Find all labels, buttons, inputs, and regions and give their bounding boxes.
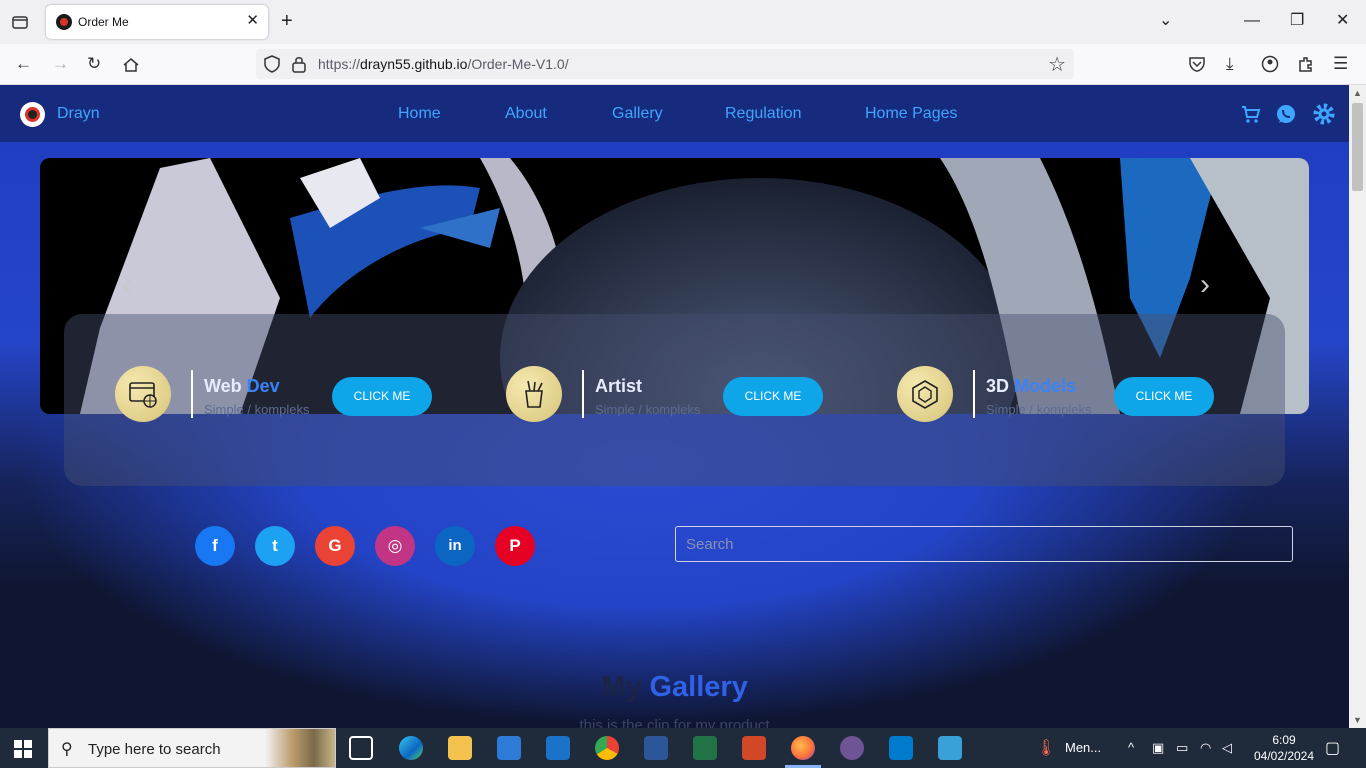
excel-icon[interactable] — [693, 736, 717, 760]
nav-link-gallery[interactable]: Gallery — [612, 105, 663, 123]
3d-cube-icon — [897, 366, 953, 422]
instagram-icon[interactable]: ◎ — [375, 526, 415, 566]
pocket-icon[interactable] — [1188, 55, 1206, 73]
weather-text[interactable]: Men... — [1065, 740, 1101, 755]
list-all-tabs-icon[interactable] — [10, 12, 30, 32]
microsoft-store-icon[interactable] — [497, 736, 521, 760]
artist-click-me-button[interactable]: CLICK ME — [723, 377, 823, 416]
linkedin-icon[interactable]: in — [435, 526, 475, 566]
brand-name[interactable]: Drayn — [57, 105, 100, 123]
windows-start-icon[interactable] — [14, 740, 32, 758]
settings-gear-icon[interactable] — [1312, 102, 1336, 126]
file-explorer-icon[interactable] — [448, 736, 472, 760]
scroll-up-arrow-icon[interactable]: ▲ — [1353, 88, 1362, 98]
carousel-next-chevron-icon[interactable]: › — [1200, 268, 1210, 302]
page-scrollbar[interactable]: ▲ ▼ — [1349, 85, 1366, 728]
divider — [973, 370, 975, 418]
taskbar-search-box[interactable]: ⚲ Type here to search — [48, 728, 336, 768]
system-clock[interactable]: 6:09 04/02/2024 — [1250, 732, 1318, 764]
gallery-subtitle: this is the clip for my product — [579, 717, 770, 728]
mail-icon[interactable] — [546, 736, 570, 760]
3d-models-click-me-button[interactable]: CLICK ME — [1114, 377, 1214, 416]
brand-logo-icon[interactable] — [20, 102, 45, 127]
task-view-icon[interactable] — [349, 736, 373, 760]
tab-title: Order Me — [78, 15, 129, 29]
forward-arrow-icon[interactable]: → — [52, 54, 69, 74]
minimize-window-icon[interactable]: — — [1244, 10, 1260, 32]
search-icon: ⚲ — [61, 741, 73, 758]
browser-tab-bar: Order Me ✕ + ⌄ — ❐ ✕ — [0, 0, 1366, 44]
service-title: Web Dev — [204, 376, 280, 396]
back-arrow-icon[interactable]: ← — [15, 54, 32, 74]
tracking-shield-icon[interactable] — [264, 55, 280, 73]
home-icon[interactable] — [122, 56, 140, 74]
cart-icon[interactable] — [1239, 102, 1263, 126]
nav-link-home-pages[interactable]: Home Pages — [865, 105, 958, 123]
lock-icon[interactable] — [292, 55, 306, 73]
windows-taskbar: ⚲ Type here to search 🌡 Men... ^ ▣ ▭ ◠ ◁… — [0, 728, 1366, 768]
site-navbar: Drayn Home About Gallery Regulation Home… — [0, 85, 1349, 142]
divider — [191, 370, 193, 418]
twitter-icon[interactable]: t — [255, 526, 295, 566]
whatsapp-icon[interactable] — [1274, 102, 1298, 126]
clock-time: 6:09 — [1272, 733, 1296, 747]
github-desktop-icon[interactable] — [840, 736, 864, 760]
downloads-icon[interactable]: ⤓ — [1226, 54, 1234, 74]
app-menu-hamburger-icon[interactable]: ☰ — [1333, 54, 1348, 74]
site-favicon-icon — [56, 14, 72, 30]
services-panel: Web Dev Simple / kompleks CLICK ME Artis… — [64, 314, 1285, 486]
word-icon[interactable] — [644, 736, 668, 760]
service-subtitle: Simple / kompleks — [204, 402, 310, 417]
scroll-down-arrow-icon[interactable]: ▼ — [1353, 715, 1362, 725]
url-text: https://drayn55.github.io/Order-Me-V1.0/ — [318, 56, 569, 72]
restore-window-icon[interactable]: ❐ — [1290, 10, 1304, 32]
web-page: Drayn Home About Gallery Regulation Home… — [0, 85, 1349, 728]
browser-tab-active[interactable]: Order Me ✕ — [46, 5, 268, 39]
firefox-icon[interactable] — [785, 736, 821, 768]
tray-chevron-up-icon[interactable]: ^ — [1128, 740, 1134, 755]
address-bar[interactable]: https://drayn55.github.io/Order-Me-V1.0/… — [256, 49, 1074, 79]
notification-center-icon[interactable]: ▢ — [1325, 738, 1340, 758]
chrome-icon[interactable] — [595, 736, 619, 760]
nav-link-regulation[interactable]: Regulation — [725, 105, 802, 123]
powerpoint-icon[interactable] — [742, 736, 766, 760]
carousel-prev-chevron-icon[interactable]: ‹ — [122, 268, 132, 302]
clock-date: 04/02/2024 — [1253, 749, 1315, 763]
search-input[interactable] — [675, 526, 1293, 562]
wifi-icon[interactable]: ◠ — [1200, 740, 1211, 756]
facebook-icon[interactable]: f — [195, 526, 235, 566]
pinterest-icon[interactable]: P — [495, 526, 535, 566]
service-subtitle: Simple / kompleks — [595, 402, 701, 417]
google-icon[interactable]: G — [315, 526, 355, 566]
volume-icon[interactable]: ◁ — [1222, 740, 1232, 756]
extensions-puzzle-icon[interactable] — [1297, 55, 1315, 73]
close-tab-icon[interactable]: ✕ — [246, 13, 259, 29]
scrollbar-thumb[interactable] — [1352, 103, 1363, 191]
gallery-heading: My Gallery — [601, 671, 748, 703]
divider — [582, 370, 584, 418]
nav-link-home[interactable]: Home — [398, 105, 441, 123]
weather-thermometer-icon[interactable]: 🌡 — [1036, 738, 1056, 758]
taskbar-search-placeholder: Type here to search — [88, 741, 221, 758]
web-browser-globe-icon — [115, 366, 171, 422]
service-title: Artist — [595, 376, 643, 396]
vscode-icon[interactable] — [889, 736, 913, 760]
tab-list-chevron-down-icon[interactable]: ⌄ — [1159, 10, 1172, 32]
battery-icon[interactable]: ▭ — [1176, 740, 1188, 756]
reload-icon[interactable]: ↻ — [87, 54, 101, 74]
service-subtitle: Simple / kompleks — [986, 402, 1092, 417]
nav-link-about[interactable]: About — [505, 105, 547, 123]
browser-nav-bar: ← → ↻ https://drayn55.github.io/Order-Me… — [0, 44, 1366, 85]
bookmark-star-icon[interactable]: ☆ — [1048, 52, 1066, 77]
meet-now-icon[interactable]: ▣ — [1152, 740, 1164, 756]
account-icon[interactable] — [1261, 55, 1279, 73]
photos-icon[interactable] — [938, 736, 962, 760]
close-window-icon[interactable]: ✕ — [1336, 10, 1349, 32]
new-tab-plus-icon[interactable]: + — [281, 10, 293, 32]
art-brushes-icon — [506, 366, 562, 422]
edge-browser-icon[interactable] — [399, 736, 423, 760]
web-dev-click-me-button[interactable]: CLICK ME — [332, 377, 432, 416]
search-highlight-image — [265, 729, 335, 767]
service-title: 3D Models — [986, 376, 1077, 396]
